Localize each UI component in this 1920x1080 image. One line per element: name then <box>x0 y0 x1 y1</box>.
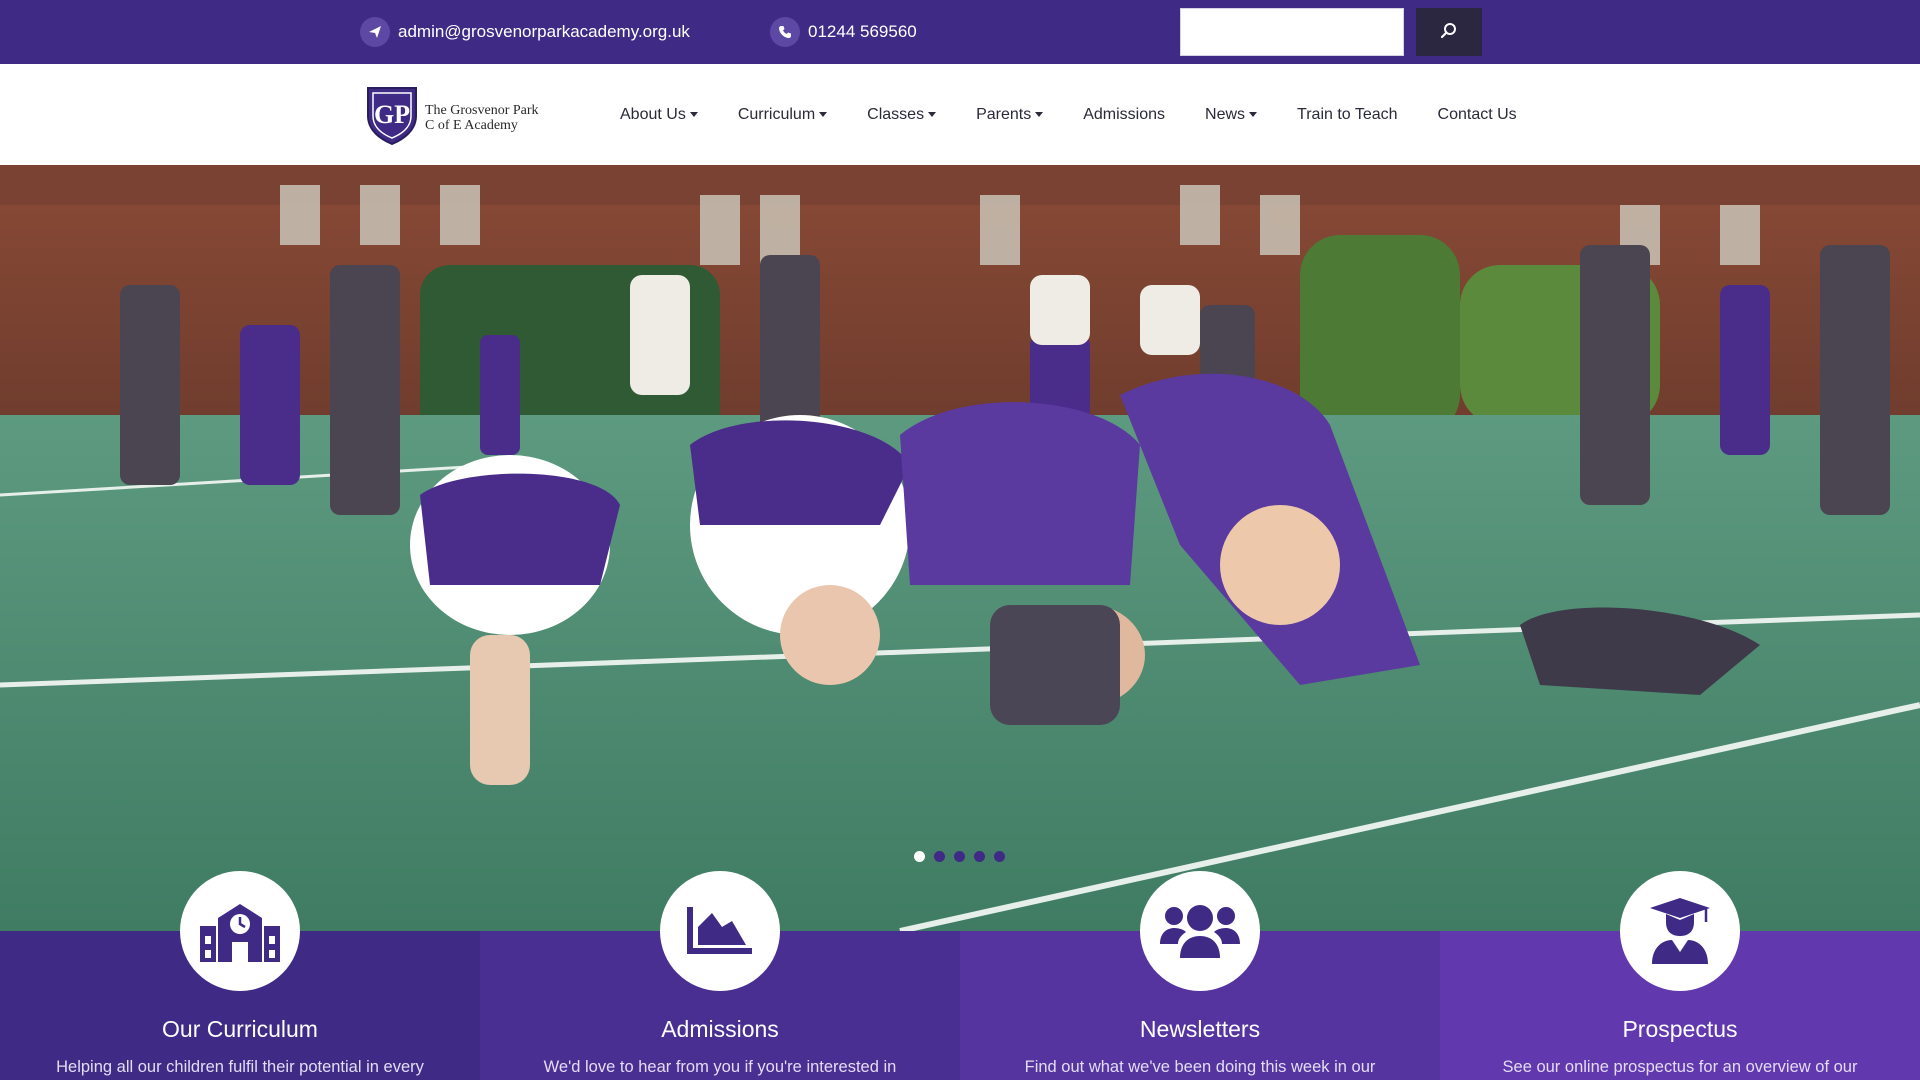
users-icon <box>1140 871 1260 991</box>
paper-plane-icon <box>360 17 390 47</box>
chart-area-icon <box>660 871 780 991</box>
caret-down-icon <box>819 112 828 117</box>
school-logo[interactable]: GP The Grosvenor Park C of E Academy <box>364 84 539 151</box>
nav-parents[interactable]: Parents <box>976 105 1044 124</box>
nav-label: Train to Teach <box>1297 105 1398 123</box>
nav-label: Classes <box>867 105 925 123</box>
nav-admissions[interactable]: Admissions <box>1083 106 1165 124</box>
feature-prospectus[interactable]: Prospectus See our online prospectus for… <box>1440 871 1920 1080</box>
nav-news[interactable]: News <box>1205 105 1258 124</box>
nav-curriculum[interactable]: Curriculum <box>737 105 828 124</box>
feature-title: Newsletters <box>1139 1016 1261 1042</box>
search-input[interactable] <box>1180 8 1404 56</box>
phone-link[interactable]: 01244 569560 <box>770 17 917 47</box>
slide-dot-4[interactable] <box>974 851 985 862</box>
feature-admissions[interactable]: Admissions We'd love to hear from you if… <box>480 871 960 1080</box>
phone-text: 01244 569560 <box>808 22 917 41</box>
nav-label: Parents <box>976 105 1032 123</box>
main-nav: About Us Curriculum Classes Parents Admi… <box>600 64 1537 165</box>
site-header: GP The Grosvenor Park C of E Academy Abo… <box>0 64 1920 165</box>
feature-newsletters[interactable]: Newsletters Find out what we've been doi… <box>960 871 1440 1080</box>
slide-dot-5[interactable] <box>994 851 1005 862</box>
search-icon <box>1440 22 1458 43</box>
caret-down-icon <box>689 112 698 117</box>
slide-dot-1[interactable] <box>914 851 925 862</box>
crest-icon: GP <box>364 84 420 151</box>
feature-description: Helping all our children fulfil their po… <box>56 1058 424 1076</box>
caret-down-icon <box>928 112 937 117</box>
logo-monogram: GP <box>374 100 410 129</box>
feature-title: Our Curriculum <box>162 1016 318 1042</box>
nav-contact-us[interactable]: Contact Us <box>1438 106 1517 124</box>
feature-title: Admissions <box>661 1016 779 1042</box>
hero-image <box>0 165 1920 931</box>
logo-text: The Grosvenor Park C of E Academy <box>425 103 539 133</box>
caret-down-icon <box>1249 112 1258 117</box>
nav-label: Contact Us <box>1437 105 1517 123</box>
graduate-icon <box>1620 871 1740 991</box>
slide-dot-2[interactable] <box>934 851 945 862</box>
feature-boxes: Our Curriculum Helping all our children … <box>0 871 1920 1080</box>
slide-dot-3[interactable] <box>954 851 965 862</box>
feature-curriculum[interactable]: Our Curriculum Helping all our children … <box>0 871 480 1080</box>
nav-about-us[interactable]: About Us <box>620 106 698 124</box>
logo-line-1: The Grosvenor Park <box>425 102 539 118</box>
caret-down-icon <box>1035 112 1044 117</box>
feature-description: Find out what we've been doing this week… <box>1024 1058 1376 1076</box>
top-bar: admin@grosvenorparkacademy.org.uk 01244 … <box>0 0 1920 64</box>
slide-indicators <box>914 851 1014 862</box>
search-button[interactable] <box>1416 8 1482 56</box>
feature-description: We'd love to hear from you if you're int… <box>543 1058 897 1076</box>
nav-train-to-teach[interactable]: Train to Teach <box>1297 106 1398 124</box>
phone-icon <box>770 17 800 47</box>
nav-label: News <box>1205 105 1246 123</box>
nav-classes[interactable]: Classes <box>867 105 937 124</box>
school-icon <box>180 871 300 991</box>
logo-line-2: C of E Academy <box>425 117 518 133</box>
feature-title: Prospectus <box>1622 1016 1738 1042</box>
feature-description: See our online prospectus for an overvie… <box>1502 1058 1858 1076</box>
email-link[interactable]: admin@grosvenorparkacademy.org.uk <box>360 17 690 47</box>
nav-label: About Us <box>620 105 686 123</box>
nav-label: Admissions <box>1083 105 1166 123</box>
hero-slideshow <box>0 165 1920 931</box>
nav-label: Curriculum <box>737 105 816 123</box>
email-text: admin@grosvenorparkacademy.org.uk <box>398 22 690 41</box>
